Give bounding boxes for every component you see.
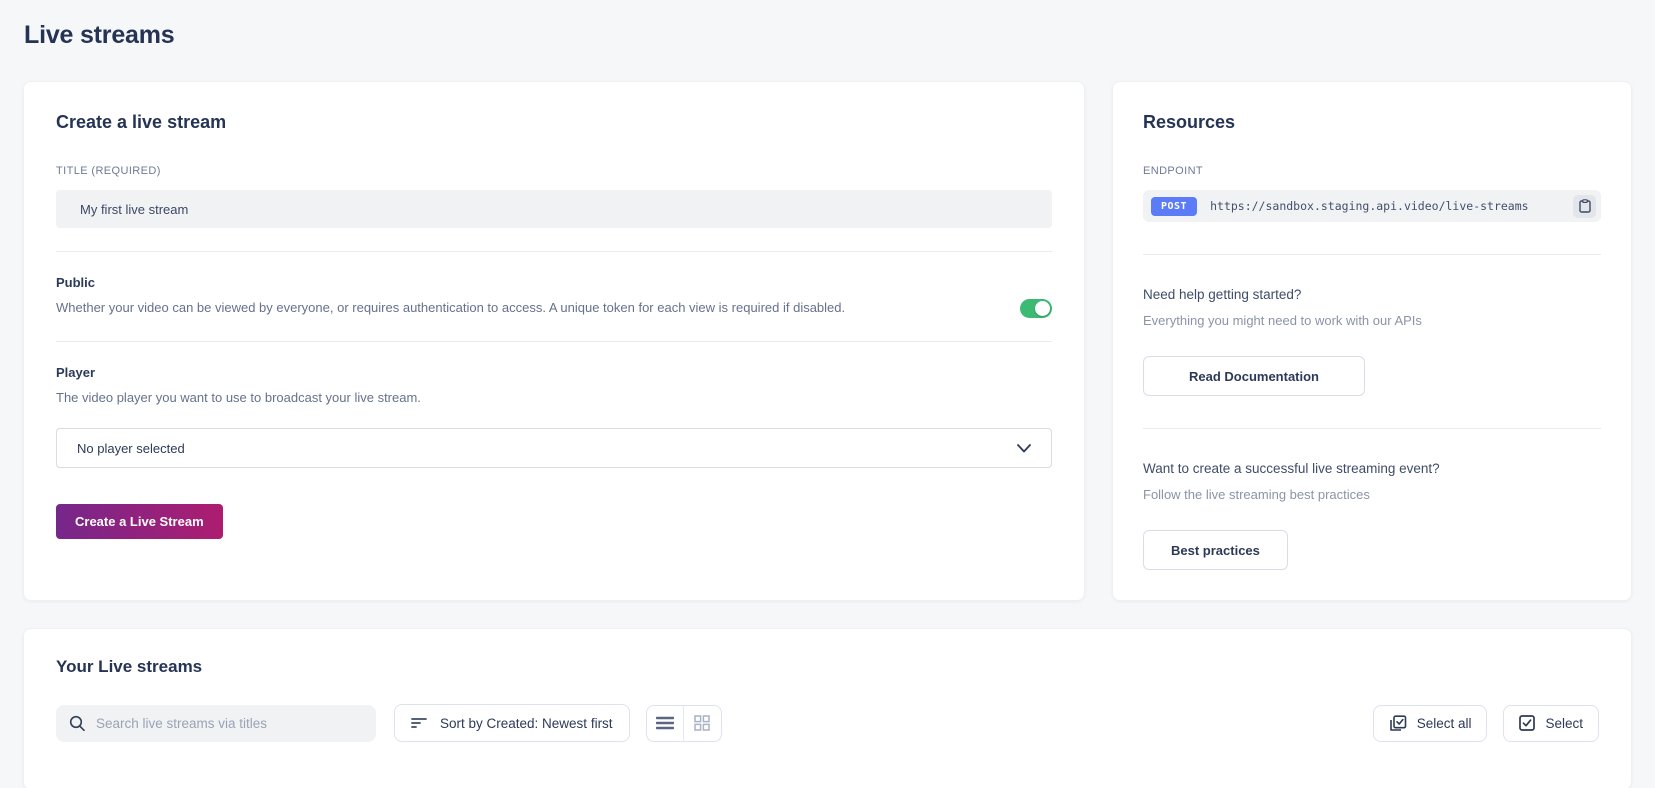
create-card-title: Create a live stream	[56, 112, 227, 132]
public-toggle[interactable]	[1020, 299, 1052, 318]
clipboard-icon	[1578, 199, 1591, 213]
player-setting-texts: Player The video player you want to use …	[56, 365, 1052, 405]
sort-button-label: Sort by Created: Newest first	[440, 715, 613, 731]
select-checkbox-icon	[1519, 715, 1536, 731]
player-select-value: No player selected	[77, 440, 185, 456]
select-all-button[interactable]: Select all	[1372, 704, 1488, 742]
docs-heading: Need help getting started?	[1143, 287, 1302, 302]
sort-descending-icon	[411, 717, 427, 729]
endpoint-label: ENDPOINT	[1143, 165, 1204, 177]
player-setting-description: The video player you want to use to broa…	[56, 390, 421, 405]
select-all-label: Select all	[1416, 715, 1472, 731]
endpoint-url: https://sandbox.staging.api.video/live-s…	[1210, 199, 1529, 213]
resources-card: Resources ENDPOINT POST https://sandbox.…	[1112, 81, 1632, 601]
search-input[interactable]	[96, 715, 363, 731]
grid-view-icon	[694, 715, 710, 731]
public-setting-label: Public	[56, 275, 96, 290]
best-practices-subheading: Follow the live streaming best practices	[1143, 487, 1370, 502]
chevron-down-icon	[1017, 443, 1031, 453]
divider	[56, 341, 1052, 342]
view-mode-toggle	[645, 704, 722, 742]
resources-card-title: Resources	[1143, 112, 1236, 132]
search-icon	[69, 715, 86, 732]
endpoint-bar: POST https://sandbox.staging.api.video/l…	[1143, 190, 1601, 222]
public-setting-row: Public Whether your video can be viewed …	[56, 275, 1052, 318]
public-setting-texts: Public Whether your video can be viewed …	[56, 275, 1020, 315]
sort-button[interactable]: Sort by Created: Newest first	[394, 704, 630, 742]
your-live-streams-title: Your Live streams	[56, 657, 203, 676]
player-select[interactable]: No player selected	[56, 428, 1052, 468]
divider	[1143, 254, 1601, 255]
list-view-button[interactable]	[647, 705, 684, 741]
divider	[56, 251, 1052, 252]
stream-title-input[interactable]	[56, 190, 1052, 228]
streams-toolbar: Sort by Created: Newest first	[56, 704, 1599, 742]
selection-buttons: Select all Select	[1372, 704, 1599, 742]
select-all-icon	[1389, 714, 1407, 732]
http-method-badge: POST	[1151, 196, 1198, 216]
best-practices-heading: Want to create a successful live streami…	[1143, 461, 1440, 476]
live-streams-page: Live streams Create a live stream TITLE …	[0, 21, 1655, 788]
create-live-stream-button[interactable]: Create a Live Stream	[56, 504, 223, 539]
player-setting-label: Player	[56, 365, 96, 380]
docs-subheading: Everything you might need to work with o…	[1143, 313, 1422, 328]
copy-endpoint-button[interactable]	[1573, 194, 1596, 218]
your-live-streams-card: Your Live streams Search live streams vi…	[23, 628, 1632, 788]
list-view-icon	[655, 716, 674, 730]
search-box[interactable]	[56, 704, 376, 742]
public-setting-description: Whether your video can be viewed by ever…	[56, 300, 846, 315]
page-title: Live streams	[24, 21, 175, 49]
divider	[1143, 428, 1601, 429]
title-field-label: TITLE (REQUIRED)	[56, 165, 161, 177]
read-documentation-button[interactable]: Read Documentation	[1143, 356, 1365, 396]
create-live-stream-card: Create a live stream TITLE (REQUIRED) Pu…	[23, 81, 1085, 601]
toggle-knob	[1035, 301, 1050, 316]
select-label: Select	[1545, 715, 1583, 731]
best-practices-button[interactable]: Best practices	[1143, 530, 1288, 570]
grid-view-button[interactable]	[684, 706, 721, 741]
top-row: Create a live stream TITLE (REQUIRED) Pu…	[23, 81, 1632, 601]
select-button[interactable]: Select	[1503, 704, 1599, 742]
